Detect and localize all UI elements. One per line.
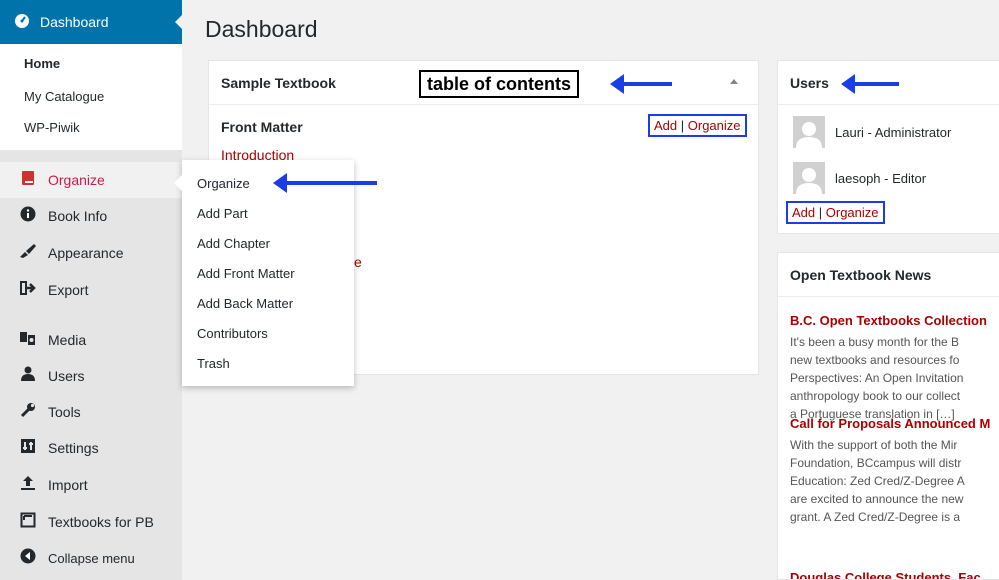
widget-header: Open Textbook News (778, 253, 999, 297)
avatar (793, 116, 825, 148)
sidebar-item-media[interactable]: Media (0, 322, 182, 358)
flyout-item-add-front-matter[interactable]: Add Front Matter (197, 266, 295, 281)
sidebar-item-book-info[interactable]: Book Info (0, 198, 182, 234)
user-name: laesoph - Editor (835, 170, 927, 186)
widget-title: Sample Textbook (221, 75, 336, 91)
flyout-item-organize[interactable]: Organize (197, 176, 250, 191)
news-excerpt-line: With the support of both the Mir (790, 438, 958, 452)
current-menu-arrow (175, 14, 183, 30)
sidebar-item-label: Tools (48, 404, 81, 420)
admin-sidebar: Dashboard Home My Catalogue WP-Piwik Org… (0, 0, 183, 580)
news-excerpt: It's been a busy month for the B new tex… (790, 333, 999, 423)
submenu-home[interactable]: Home (24, 56, 60, 71)
sidebar-item-label: Dashboard (40, 14, 109, 30)
sidebar-item-label: Media (48, 332, 87, 348)
dashboard-icon (14, 12, 32, 32)
settings-icon (18, 438, 38, 459)
news-headline-link[interactable]: B.C. Open Textbooks Collection (790, 313, 987, 328)
flyout-item-trash[interactable]: Trash (197, 356, 230, 371)
news-excerpt-line: are excited to announce the new (790, 492, 964, 506)
brush-icon (18, 243, 38, 264)
sidebar-item-tools[interactable]: Tools (0, 394, 182, 430)
page-title: Dashboard (205, 16, 318, 42)
flyout-item-add-chapter[interactable]: Add Chapter (197, 236, 270, 251)
toc-organize-link[interactable]: Organize (688, 118, 741, 133)
wrench-icon (18, 402, 38, 423)
news-excerpt-line: new textbooks and resources fo (790, 353, 960, 367)
news-excerpt-line: Perspectives: An Open Invitation (790, 371, 964, 385)
import-icon (18, 475, 38, 496)
open-textbook-news-widget: Open Textbook News B.C. Open Textbooks C… (777, 252, 999, 580)
users-add-link[interactable]: Add (792, 205, 815, 220)
sidebar-item-label: Users (48, 368, 85, 384)
sidebar-item-label: Collapse menu (48, 550, 135, 566)
link-separator: | (680, 118, 688, 133)
link-separator: | (818, 205, 826, 220)
export-icon (18, 280, 38, 300)
sidebar-item-users[interactable]: Users (0, 358, 182, 394)
news-excerpt-line: Foundation, BCcampus will distr (790, 456, 962, 470)
widget-header: Sample Textbook table of contents (209, 61, 758, 105)
sidebar-item-label: Import (48, 477, 88, 493)
collapse-toggle-icon[interactable] (730, 79, 738, 84)
sidebar-item-label: Settings (48, 440, 99, 456)
toc-add-organize-links: Add | Organize (648, 114, 747, 137)
news-excerpt-line: Education: Zed Cred/Z-Degree A (790, 474, 965, 488)
widget-title: Users (790, 75, 829, 91)
widget-title: Open Textbook News (790, 267, 932, 283)
sidebar-item-import[interactable]: Import (0, 467, 182, 503)
sidebar-item-label: Textbooks for PB (48, 514, 154, 530)
users-organize-link[interactable]: Organize (826, 205, 879, 220)
user-row: laesoph - Editor (793, 162, 926, 194)
textbooks-icon (18, 512, 38, 533)
toc-annotation-label: table of contents (419, 70, 580, 98)
users-icon (18, 366, 38, 387)
collapse-icon (18, 548, 38, 569)
front-matter-heading: Front Matter (221, 119, 303, 135)
news-excerpt-line: grant. A Zed Cred/Z-Degree is a (790, 510, 961, 524)
annotation-arrow (273, 173, 377, 193)
user-name: Lauri - Administrator (835, 124, 952, 140)
users-widget: Users Lauri - Administrator laesoph - Ed… (777, 60, 999, 234)
sidebar-item-label: Appearance (48, 245, 124, 261)
flyout-item-add-part[interactable]: Add Part (197, 206, 248, 221)
news-headline-link[interactable]: Douglas College Students, Fac (790, 570, 981, 579)
dashboard-submenu: Home My Catalogue WP-Piwik (0, 44, 182, 150)
avatar (793, 162, 825, 194)
sidebar-item-label: Export (48, 282, 89, 298)
user-row: Lauri - Administrator (793, 116, 951, 148)
sidebar-item-export[interactable]: Export (0, 272, 182, 308)
toc-add-link[interactable]: Add (654, 118, 677, 133)
flyout-item-contributors[interactable]: Contributors (197, 326, 268, 341)
info-icon (18, 206, 38, 227)
book-icon (18, 170, 38, 191)
partial-link-text[interactable]: e (354, 254, 362, 270)
sidebar-item-dashboard[interactable]: Dashboard (0, 0, 183, 44)
submenu-my-catalogue[interactable]: My Catalogue (24, 89, 104, 104)
news-excerpt: With the support of both the Mir Foundat… (790, 436, 999, 526)
users-add-organize-links: Add | Organize (786, 201, 885, 224)
collapse-menu-button[interactable]: Collapse menu (0, 540, 182, 576)
flyout-item-add-back-matter[interactable]: Add Back Matter (197, 296, 293, 311)
annotation-arrow (841, 74, 899, 94)
news-headline-link[interactable]: Call for Proposals Announced M (790, 416, 990, 431)
news-excerpt-line: It's been a busy month for the B (790, 335, 960, 349)
flyout-pointer (174, 175, 182, 191)
sidebar-item-organize[interactable]: Organize (0, 162, 182, 198)
sidebar-item-appearance[interactable]: Appearance (0, 235, 182, 271)
news-excerpt-line: anthropology book to our collect (790, 389, 961, 403)
media-icon (18, 330, 38, 351)
organize-flyout-menu: Organize Add Part Add Chapter Add Front … (174, 160, 354, 386)
sidebar-item-settings[interactable]: Settings (0, 430, 182, 466)
submenu-wp-piwik[interactable]: WP-Piwik (24, 120, 80, 135)
annotation-arrow (610, 74, 672, 94)
sidebar-item-label: Organize (48, 172, 105, 188)
sidebar-item-textbooks-for-pb[interactable]: Textbooks for PB (0, 504, 182, 540)
sidebar-item-label: Book Info (48, 208, 108, 224)
